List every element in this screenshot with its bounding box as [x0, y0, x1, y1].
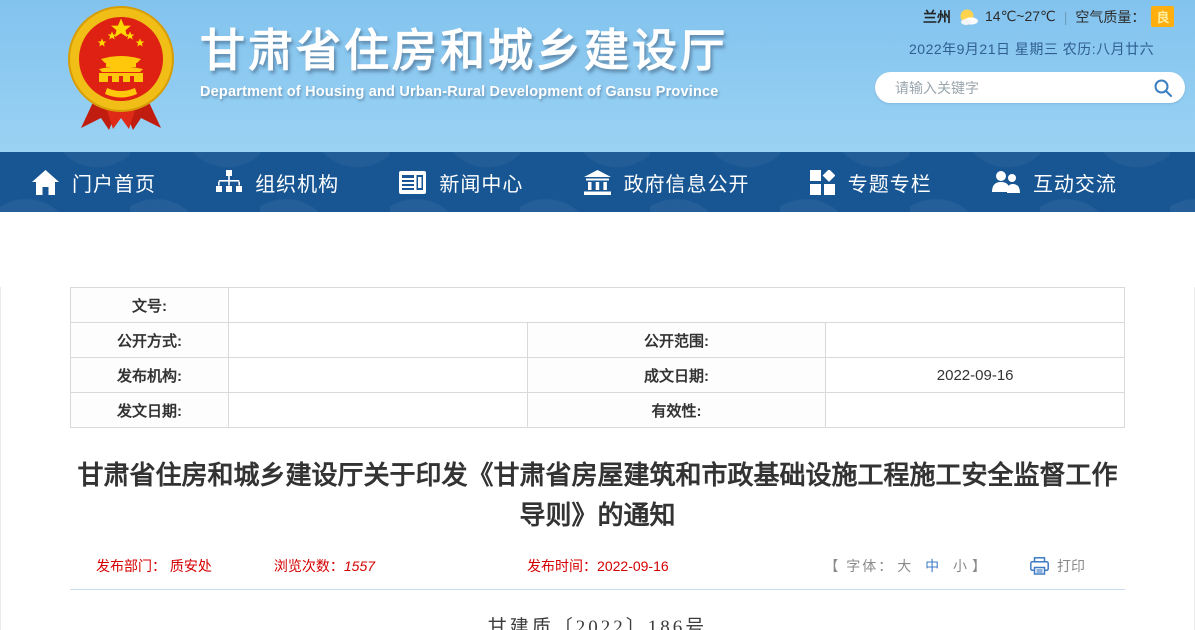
nav-label: 政府信息公开 [624, 168, 750, 197]
org-chart-icon [216, 170, 242, 194]
field-value-open-method [229, 323, 528, 358]
field-value-validity [826, 393, 1125, 428]
nav-item-interaction[interactable]: 互动交流 [992, 168, 1117, 197]
field-value-issuing-agency [229, 358, 528, 393]
site-title: 甘肃省住房和城乡建设厅 [200, 26, 728, 76]
field-value-open-scope [826, 323, 1125, 358]
field-value-docno [229, 288, 1125, 323]
print-button[interactable]: 打印 [1030, 556, 1085, 576]
sun-cloud-icon [957, 8, 979, 26]
print-label: 打印 [1057, 556, 1085, 576]
table-row: 公开方式: 公开范围: [71, 323, 1125, 358]
nav-item-topics[interactable]: 专题专栏 [810, 168, 932, 197]
nav-item-home[interactable]: 门户首页 [32, 168, 156, 197]
table-row: 发布机构: 成文日期: 2022-09-16 [71, 358, 1125, 393]
field-label-issuing-agency: 发布机构: [71, 358, 229, 393]
field-label-validity: 有效性: [527, 393, 826, 428]
date-line: 2022年9月21日 星期三 农历:八月廿六 [875, 39, 1191, 59]
nav-label: 互动交流 [1033, 168, 1117, 197]
field-value-written-date: 2022-09-16 [826, 358, 1125, 393]
article-title: 甘肃省住房和城乡建设厅关于印发《甘肃省房屋建筑和市政基础设施工程施工安全监督工作… [68, 455, 1128, 536]
document-meta-table: 文号: 公开方式: 公开范围: 发布机构: 成文日期: 2022-09-16 发… [70, 287, 1125, 428]
weather-bar: 兰州 14℃~27℃ | 空气质量： 良 [875, 6, 1191, 27]
publish-dept: 发布部门： 质安处 [96, 556, 212, 576]
weather-city: 兰州 [923, 7, 951, 27]
font-size-small[interactable]: 小 [953, 558, 969, 574]
view-count: 浏览次数：1557 [274, 556, 375, 576]
publish-time: 发布时间：2022-09-16 [527, 556, 669, 576]
search-button[interactable] [1153, 78, 1173, 98]
air-quality-badge: 良 [1151, 6, 1174, 27]
search-icon [1153, 78, 1173, 98]
people-icon [992, 170, 1020, 194]
nav-label: 专题专栏 [848, 168, 932, 197]
site-subtitle-english: Department of Housing and Urban-Rural De… [200, 84, 728, 100]
nav-item-organization[interactable]: 组织机构 [216, 168, 339, 197]
topics-grid-icon [810, 170, 835, 195]
field-value-issue-date [229, 393, 528, 428]
site-header: 甘肃省住房和城乡建设厅 Department of Housing and Ur… [0, 0, 1195, 152]
table-row: 文号: [71, 288, 1125, 323]
site-brand: 甘肃省住房和城乡建设厅 Department of Housing and Ur… [58, 0, 728, 134]
field-label-issue-date: 发文日期: [71, 393, 229, 428]
nav-label: 组织机构 [255, 168, 339, 197]
home-icon [32, 170, 59, 195]
document-number: 甘建质〔2022〕186号 [1, 612, 1194, 630]
printer-icon [1030, 557, 1049, 575]
weather-separator: | [1064, 9, 1068, 25]
nav-label: 门户首页 [72, 168, 156, 197]
weather-temperature: 14℃~27℃ [985, 8, 1056, 25]
brand-text: 甘肃省住房和城乡建设厅 Department of Housing and Ur… [200, 0, 728, 100]
main-content: 文号: 公开方式: 公开范围: 发布机构: 成文日期: 2022-09-16 发… [0, 287, 1195, 630]
font-size-switcher: 【 字体：大 中 小】 [824, 556, 988, 576]
search-input[interactable] [895, 80, 1153, 96]
font-size-large[interactable]: 大 [897, 558, 913, 574]
search-box [875, 72, 1185, 103]
field-label-open-scope: 公开范围: [527, 323, 826, 358]
field-label-docno: 文号: [71, 288, 229, 323]
header-right-panel: 兰州 14℃~27℃ | 空气质量： 良 2022年9月21日 星期三 农历:八… [875, 6, 1191, 103]
table-row: 发文日期: 有效性: [71, 393, 1125, 428]
gov-building-icon [584, 170, 611, 195]
article-meta-bar: 发布部门： 质安处 浏览次数：1557 发布时间：2022-09-16 【 字体… [70, 556, 1125, 590]
field-label-written-date: 成文日期: [527, 358, 826, 393]
nav-item-gov-info[interactable]: 政府信息公开 [584, 168, 750, 197]
font-size-medium[interactable]: 中 [925, 558, 941, 574]
air-quality-label: 空气质量： [1075, 7, 1145, 27]
news-icon [399, 171, 426, 194]
national-emblem-logo [58, 2, 184, 134]
field-label-open-method: 公开方式: [71, 323, 229, 358]
main-navbar: 门户首页 组织机构 新闻中心 [0, 152, 1195, 212]
nav-label: 新闻中心 [439, 168, 523, 197]
nav-item-news[interactable]: 新闻中心 [399, 168, 523, 197]
